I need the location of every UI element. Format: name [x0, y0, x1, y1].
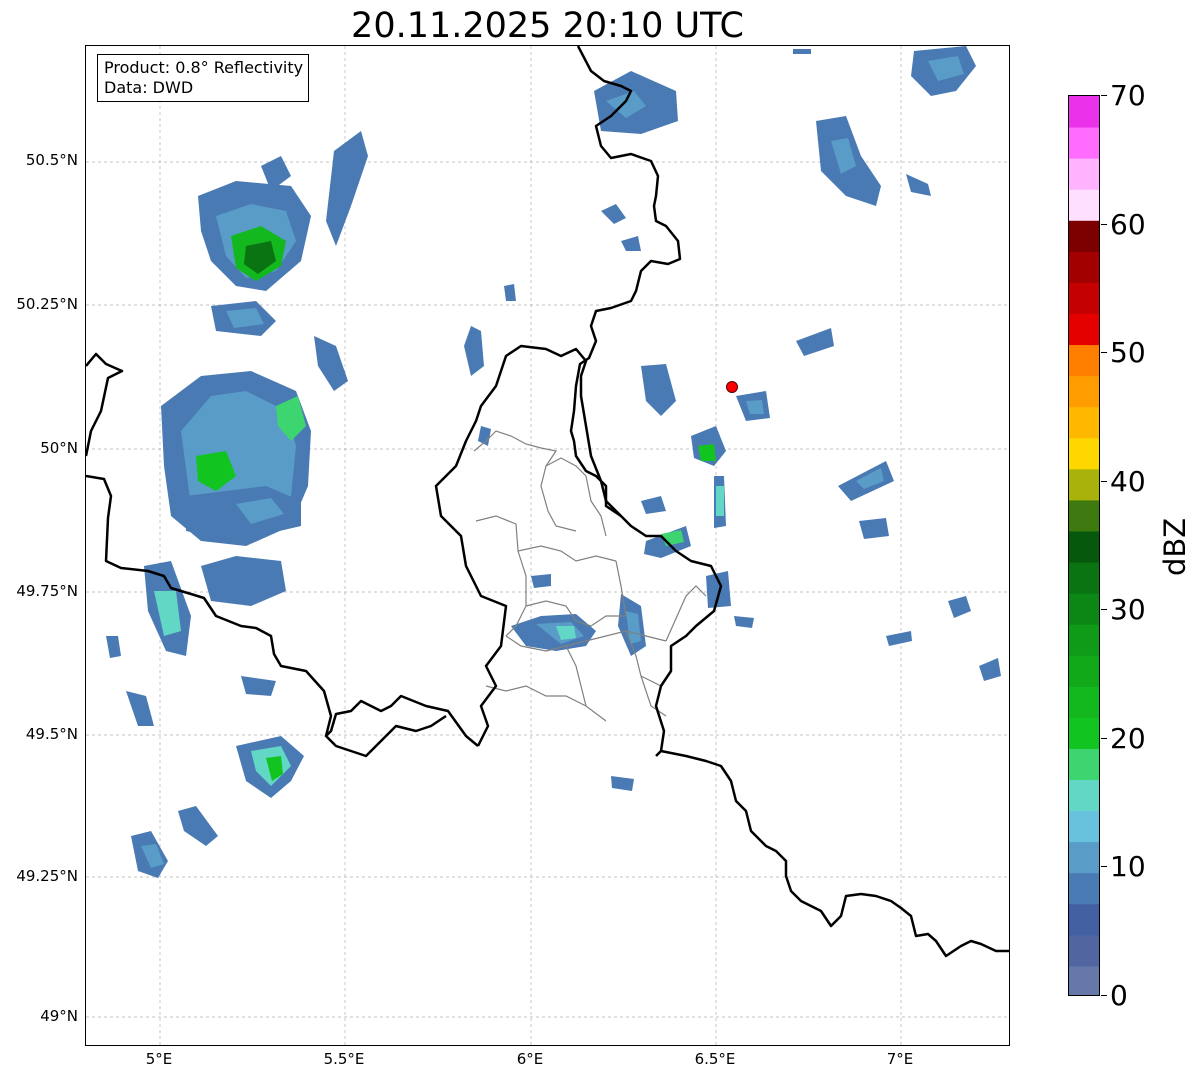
- lat-label: 50.25°N: [16, 295, 78, 313]
- lon-label: 6°E: [516, 1050, 544, 1068]
- colorbar-tick: [1101, 352, 1107, 353]
- colorbar-swatch: [1069, 841, 1099, 874]
- lon-label: 5°E: [145, 1050, 173, 1068]
- colorbar-swatch: [1069, 655, 1099, 687]
- colorbar-swatch: [1069, 282, 1099, 314]
- colorbar-tick-label: 0: [1110, 979, 1128, 1012]
- product-label: Product: 0.8° Reflectivity: [104, 58, 304, 77]
- colorbar-swatch: [1069, 717, 1099, 749]
- colorbar-swatches: [1069, 96, 1099, 995]
- colorbar-swatch: [1069, 313, 1099, 346]
- lon-label: 5.5°E: [323, 1050, 365, 1068]
- colorbar-swatch: [1069, 220, 1099, 252]
- colorbar-swatch: [1069, 686, 1099, 718]
- colorbar-swatch: [1069, 562, 1099, 594]
- colorbar-unit-label: dBZ: [1158, 517, 1192, 576]
- map-canvas: [86, 46, 1009, 1045]
- colorbar-tick: [1101, 609, 1107, 610]
- colorbar-swatch: [1069, 375, 1099, 408]
- colorbar-swatch: [1069, 965, 1099, 995]
- lat-label: 49.5°N: [25, 725, 78, 743]
- colorbar-swatch: [1069, 872, 1099, 905]
- colorbar-tick-label: 70: [1110, 79, 1146, 112]
- colorbar-swatch: [1069, 127, 1099, 159]
- colorbar-tick: [1101, 995, 1107, 996]
- lat-label: 49.25°N: [16, 867, 78, 885]
- colorbar-tick: [1101, 481, 1107, 482]
- lat-label: 49°N: [40, 1007, 78, 1025]
- data-source-label: Data: DWD: [104, 78, 194, 97]
- colorbar-tick: [1101, 224, 1107, 225]
- colorbar-swatch: [1069, 903, 1099, 936]
- colorbar-tick-label: 30: [1110, 593, 1146, 626]
- lon-label: 7°E: [886, 1050, 914, 1068]
- colorbar-swatch: [1069, 468, 1099, 501]
- lat-label: 50°N: [40, 439, 78, 457]
- colorbar: [1068, 95, 1100, 996]
- colorbar-swatch: [1069, 779, 1099, 812]
- colorbar-tick: [1101, 95, 1107, 96]
- colorbar-tick-label: 20: [1110, 722, 1146, 755]
- colorbar-swatch: [1069, 593, 1099, 625]
- colorbar-tick: [1101, 738, 1107, 739]
- colorbar-tick-label: 60: [1110, 208, 1146, 241]
- colorbar-swatch: [1069, 189, 1099, 221]
- colorbar-tick-label: 50: [1110, 336, 1146, 369]
- colorbar-tick-label: 10: [1110, 850, 1146, 883]
- colorbar-tick-label: 40: [1110, 465, 1146, 498]
- colorbar-swatch: [1069, 748, 1099, 781]
- colorbar-swatch: [1069, 437, 1099, 470]
- colorbar-swatch: [1069, 158, 1099, 190]
- product-info-box: Product: 0.8° Reflectivity Data: DWD: [97, 54, 310, 102]
- map-title: 20.11.2025 20:10 UTC: [351, 6, 744, 46]
- colorbar-swatch: [1069, 624, 1099, 656]
- colorbar-swatch: [1069, 499, 1099, 532]
- colorbar-swatch: [1069, 530, 1099, 563]
- colorbar-swatch: [1069, 96, 1099, 128]
- colorbar-swatch: [1069, 934, 1099, 967]
- lat-label: 50.5°N: [25, 151, 78, 169]
- lat-label: 49.75°N: [16, 582, 78, 600]
- colorbar-swatch: [1069, 810, 1099, 843]
- radar-site-marker: [726, 381, 738, 393]
- colorbar-swatch: [1069, 344, 1099, 377]
- canton-borders: [473, 430, 707, 722]
- lon-label: 6.5°E: [694, 1050, 736, 1068]
- colorbar-swatch: [1069, 406, 1099, 439]
- colorbar-tick: [1101, 866, 1107, 867]
- radar-map[interactable]: [85, 45, 1010, 1046]
- colorbar-swatch: [1069, 251, 1099, 283]
